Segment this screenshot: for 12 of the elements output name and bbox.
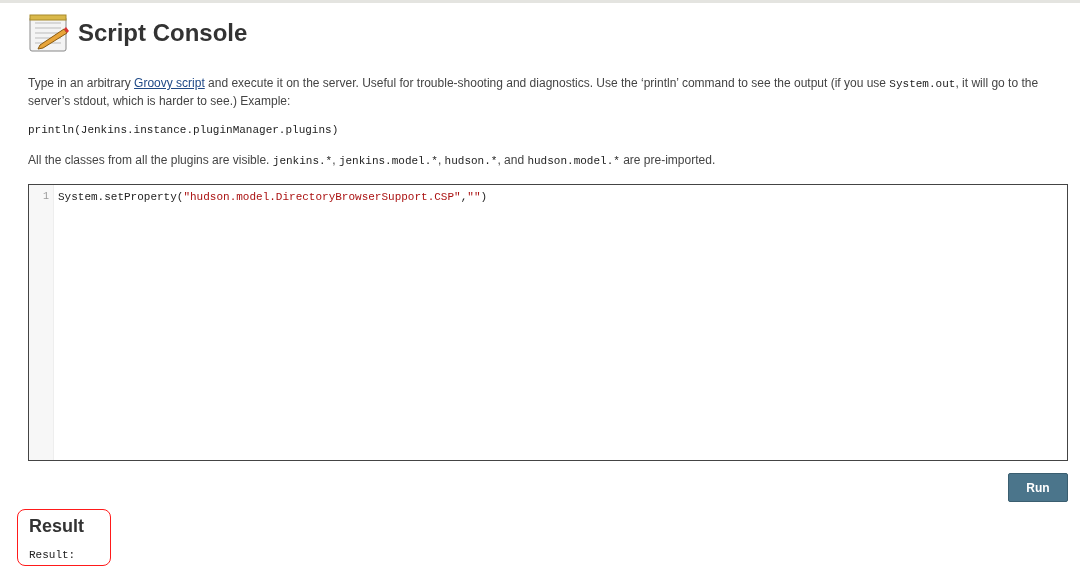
- script-editor[interactable]: 1 System.setProperty("hudson.model.DirectoryBrowserSupport.CSP",""): [28, 184, 1068, 461]
- groovy-script-link[interactable]: Groovy script: [134, 76, 205, 90]
- line-number: 1: [42, 190, 50, 204]
- result-output: Result:: [29, 549, 77, 561]
- result-heading: Result: [29, 516, 84, 537]
- description-text: Type in an arbitrary Groovy script and execute it on the server. Useful for trouble-shooting and diagnostics. Use the ‘println’ command to see the output (if you use System.out, it will go to the server’s stdout, which is harder to see.) Example:: [28, 75, 1040, 110]
- page-title: Script Console: [78, 19, 248, 47]
- run-button[interactable]: Run: [1008, 473, 1068, 502]
- imports-note: All the classes from all the plugins are visible. jenkins.*, jenkins.model.*, hudson.*, and hudson.model.* are pre-imported.: [28, 152, 717, 169]
- notepad-pencil-icon: [28, 13, 70, 53]
- code-line: System.setProperty("hudson.model.DirectoryBrowserSupport.CSP",""): [58, 190, 489, 204]
- example-code: println(Jenkins.instance.pluginManager.plugins): [28, 124, 340, 136]
